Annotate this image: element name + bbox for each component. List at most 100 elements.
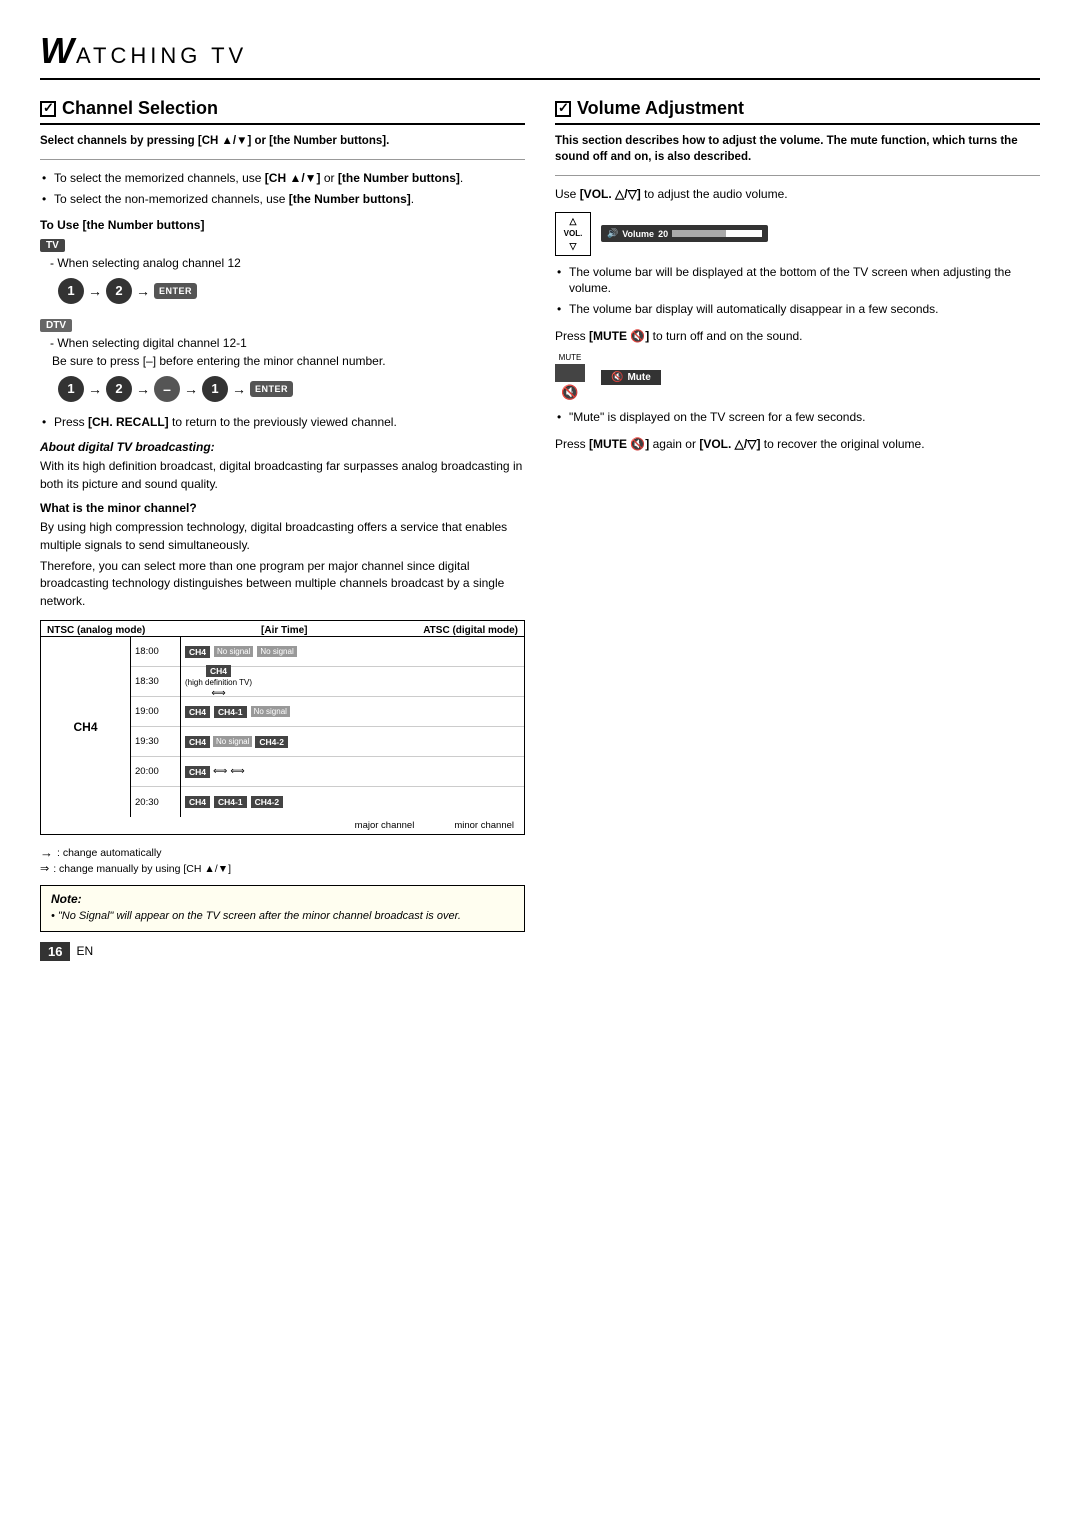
volume-label: Volume xyxy=(622,229,654,239)
recall-bullet: Press [CH. RECALL] to return to the prev… xyxy=(40,414,525,431)
hd-label: (high definition TV) xyxy=(185,678,252,687)
arrow-d2: → xyxy=(136,381,150,397)
ch42-tag-1: CH4-2 xyxy=(255,736,288,748)
about-digital-section: About digital TV broadcasting: With its … xyxy=(40,440,525,610)
mute-intro: Press [MUTE 🔇] to turn off and on the so… xyxy=(555,328,1040,345)
nosig-1a: No signal xyxy=(214,646,253,657)
channel-bullet-1: To select the memorized channels, use [C… xyxy=(40,170,525,187)
btn-1: 1 xyxy=(58,278,84,304)
mute-symbol: 🔇 xyxy=(561,384,578,401)
volume-divider xyxy=(555,175,1040,176)
channel-title-text: Channel Selection xyxy=(62,98,218,119)
time-2030: 20:30 xyxy=(131,787,180,817)
volume-checkbox-icon xyxy=(555,101,571,117)
ch4-tag-1: CH4 xyxy=(185,646,210,658)
diagram-footer: major channel minor channel xyxy=(41,817,524,834)
volume-subtitle: This section describes how to adjust the… xyxy=(555,133,1040,165)
time-1900: 19:00 xyxy=(131,697,180,727)
legend-manual-text: : change manually by using [CH ▲/▼] xyxy=(53,863,231,875)
legend-auto-text: : change automatically xyxy=(57,847,161,859)
mute-display: MUTE 🔇 🔇 Mute xyxy=(555,353,1040,401)
mute-indicator-label: Mute xyxy=(627,372,650,383)
recover-text: Press [MUTE 🔇] again or [VOL. △/▽] to re… xyxy=(555,436,1040,453)
volume-section: Volume Adjustment This section describes… xyxy=(555,98,1040,961)
vol-button: △ VOL. ▽ xyxy=(555,212,591,256)
dtv-badge: DTV xyxy=(40,319,72,332)
page-title: WATCHING TV xyxy=(40,30,1040,72)
title-rest: ATCHING TV xyxy=(76,43,247,68)
page-header: WATCHING TV xyxy=(40,30,1040,80)
title-big-letter: W xyxy=(40,30,76,71)
divider xyxy=(40,159,525,160)
about-text: With its high definition broadcast, digi… xyxy=(40,458,525,493)
time-2000: 20:00 xyxy=(131,757,180,787)
btn-d2: 2 xyxy=(106,376,132,402)
arrow-1: → xyxy=(88,283,102,299)
atsc-row-1: CH4 No signal No signal xyxy=(181,637,524,667)
arrow-d3: → xyxy=(184,381,198,397)
channel-bullets: To select the memorized channels, use [C… xyxy=(40,170,525,208)
diagram-grid: CH4 18:00 18:30 19:00 19:30 20:00 20:30 xyxy=(41,636,524,817)
mute-rect xyxy=(555,364,585,382)
atsc-row-6: CH4 CH4-1 CH4-2 xyxy=(181,787,524,817)
about-heading: About digital TV broadcasting: xyxy=(40,440,525,454)
page-lang: EN xyxy=(76,944,93,958)
note-box: Note: • "No Signal" will appear on the T… xyxy=(40,885,525,931)
channel-section-title: Channel Selection xyxy=(40,98,525,125)
atsc-label: ATSC (digital mode) xyxy=(423,625,518,636)
channel-subtitle: Select channels by pressing [CH ▲/▼] or … xyxy=(40,133,525,149)
atsc-row-5: CH4 ⟺ ⟺ xyxy=(181,757,524,787)
btn-d1: 1 xyxy=(58,376,84,402)
digital-desc-line1: - When selecting digital channel 12-1 xyxy=(40,336,525,350)
mute-note: "Mute" is displayed on the TV screen for… xyxy=(555,409,1040,426)
volume-bullet-2: The volume bar display will automaticall… xyxy=(555,301,1040,318)
atsc-row-4: CH4 No signal CH4-2 xyxy=(181,727,524,757)
airtime-label: [Air Time] xyxy=(261,625,308,636)
legend-auto: → : change automatically xyxy=(40,845,525,860)
volume-bar-fill xyxy=(672,230,726,237)
atsc-row-3: CH4 CH4-1 No signal xyxy=(181,697,524,727)
dash-btn: – xyxy=(154,376,180,402)
minor-channel-label: minor channel xyxy=(454,820,514,831)
minor-channel-text: By using high compression technology, di… xyxy=(40,519,525,554)
nosig-1b: No signal xyxy=(257,646,296,657)
tv-badge: TV xyxy=(40,239,65,252)
analog-desc: - When selecting analog channel 12 xyxy=(40,256,525,270)
mute-button-wrap: MUTE 🔇 xyxy=(555,353,585,401)
enter-btn: ENTER xyxy=(154,283,197,299)
ch4-tag-6: CH4 xyxy=(185,796,210,808)
mute-key-label: MUTE xyxy=(559,353,582,362)
digital-btn-sequence: 1 → 2 → – → 1 → ENTER xyxy=(58,376,525,402)
ntsc-label: NTSC (analog mode) xyxy=(47,625,145,636)
arrow-2: → xyxy=(136,283,150,299)
volume-bar-display: 🔊 Volume 20 xyxy=(601,225,768,242)
time-1930: 19:30 xyxy=(131,727,180,757)
time-1800: 18:00 xyxy=(131,637,180,667)
atsc-column: CH4 No signal No signal CH4 (high defini… xyxy=(181,637,524,817)
enter-btn-dtv: ENTER xyxy=(250,381,293,397)
ch41-tag-2: CH4-1 xyxy=(214,796,247,808)
ch4-tag-5: CH4 xyxy=(185,766,210,778)
ch4-tag-4: CH4 xyxy=(185,736,210,748)
note-title: Note: xyxy=(51,892,514,906)
auto-arrow-icon: → xyxy=(40,845,53,860)
diagram-header: NTSC (analog mode) [Air Time] ATSC (digi… xyxy=(41,621,524,636)
mute-x-icon: 🔇 xyxy=(611,372,623,383)
minor-channel-text2: Therefore, you can select more than one … xyxy=(40,558,525,610)
volume-bar xyxy=(672,230,762,237)
page-number-area: 16 EN xyxy=(40,942,525,961)
channel-diagram: NTSC (analog mode) [Air Time] ATSC (digi… xyxy=(40,620,525,835)
number-buttons-heading: To Use [the Number buttons] xyxy=(40,218,525,232)
ntsc-ch4: CH4 xyxy=(73,720,97,734)
times-column: 18:00 18:30 19:00 19:30 20:00 20:30 xyxy=(131,637,181,817)
nosig-3: No signal xyxy=(251,706,290,717)
channel-checkbox-icon xyxy=(40,101,56,117)
ch41-tag-1: CH4-1 xyxy=(214,706,247,718)
channel-bullet-2: To select the non-memorized channels, us… xyxy=(40,191,525,208)
ch4-tag-3: CH4 xyxy=(185,706,210,718)
main-content: Channel Selection Select channels by pre… xyxy=(40,98,1040,961)
vol-up-arrow: △ xyxy=(570,216,577,227)
note-text: • "No Signal" will appear on the TV scre… xyxy=(51,909,514,924)
vol-down-arrow: ▽ xyxy=(570,241,577,252)
mute-bullets: "Mute" is displayed on the TV screen for… xyxy=(555,409,1040,426)
